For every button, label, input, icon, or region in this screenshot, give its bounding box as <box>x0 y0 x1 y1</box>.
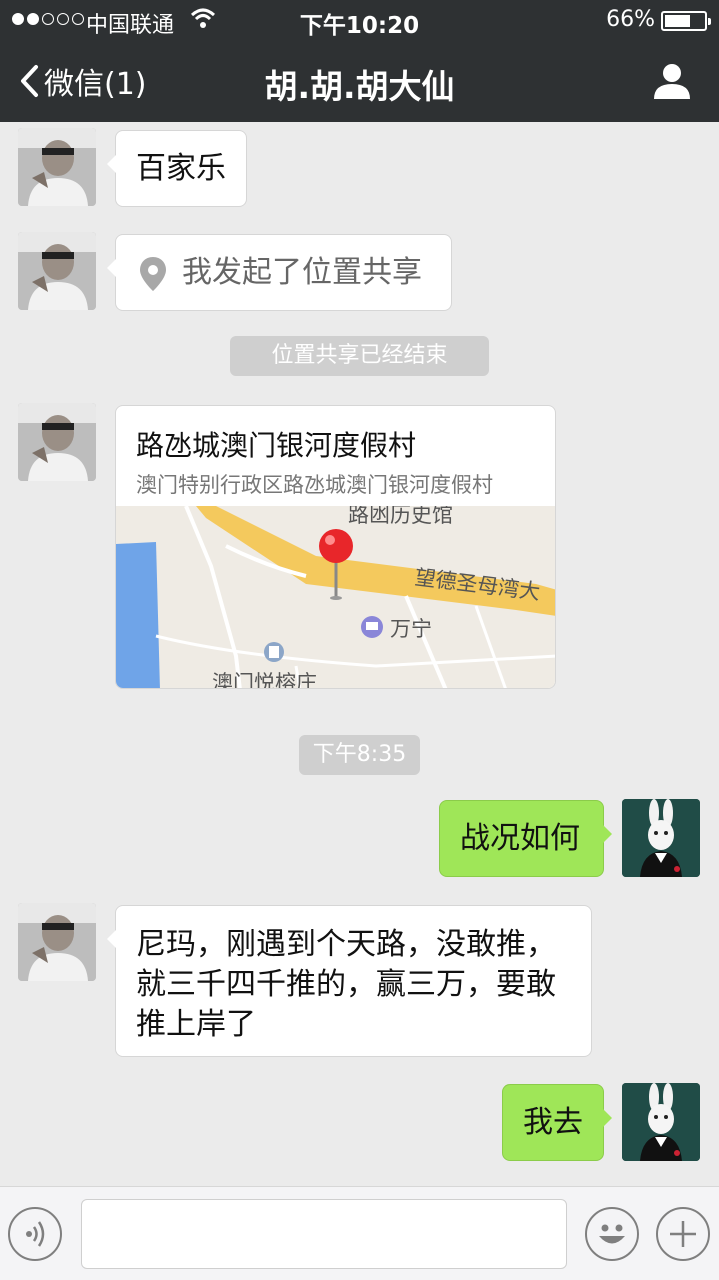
my-avatar[interactable] <box>622 1083 700 1161</box>
location-pin-icon <box>140 257 166 291</box>
my-avatar[interactable] <box>622 799 700 877</box>
battery-fill <box>665 15 690 27</box>
avatar[interactable] <box>18 403 96 481</box>
navigation-bar: 微信(1) 胡.胡.胡大仙 <box>0 40 719 122</box>
avatar[interactable] <box>18 903 96 981</box>
contact-avatar-image <box>18 403 96 481</box>
contact-avatar-image <box>18 128 96 206</box>
top-bar: 中国联通 下午10:20 66% 微信(1) 胡.胡.胡大仙 <box>0 0 719 122</box>
map-preview[interactable]: 路凼历史馆 望德圣母湾大 万宁 澳门悦榕庄 <box>116 506 556 689</box>
message-bubble-incoming[interactable]: 尼玛，刚遇到个天路，没敢推， 就三千四千推的，赢三万，要敢 推上岸了 <box>107 905 592 1057</box>
message-bubble-outgoing[interactable]: 战况如何 <box>439 800 612 877</box>
plus-icon <box>670 1221 696 1247</box>
rabbit-avatar-image <box>622 799 700 877</box>
input-bar <box>0 1186 719 1280</box>
map-label-store: 万宁 <box>390 618 432 641</box>
timestamp: 下午8:35 <box>299 735 420 775</box>
message-input[interactable] <box>81 1199 567 1269</box>
voice-icon <box>26 1221 45 1247</box>
contact-avatar-image <box>18 232 96 310</box>
message-bubble-incoming[interactable]: 百家乐 <box>107 130 247 207</box>
battery-nub <box>708 18 711 25</box>
location-title: 路氹城澳门银河度假村 <box>136 429 417 462</box>
message-text: 百家乐 <box>136 151 226 186</box>
battery-percent: 66% <box>606 7 655 32</box>
map-label-poi: 路凼历史馆 <box>348 506 453 527</box>
chat-title: 胡.胡.胡大仙 <box>264 67 455 106</box>
emoji-icon <box>599 1224 625 1244</box>
message-text: 我去 <box>523 1105 583 1140</box>
message-line: 就三千四千推的，赢三万，要敢 <box>136 967 556 1002</box>
rabbit-avatar-image <box>622 1083 700 1161</box>
location-card[interactable]: 路氹城澳门银河度假村 澳门特别行政区路氹城澳门银河度假村 路凼历史馆 望德圣母湾… <box>115 405 556 689</box>
battery-icon <box>661 11 711 31</box>
message-line: 推上岸了 <box>136 1007 256 1042</box>
avatar[interactable] <box>18 232 96 310</box>
location-share-text: 我发起了位置共享 <box>182 255 422 290</box>
message-bubble-outgoing[interactable]: 我去 <box>502 1084 612 1161</box>
emoji-button[interactable] <box>585 1207 639 1261</box>
message-text: 战况如何 <box>460 821 580 856</box>
contact-avatar-image <box>18 903 96 981</box>
voice-button[interactable] <box>8 1207 62 1261</box>
add-button[interactable] <box>656 1207 710 1261</box>
status-bar: 中国联通 下午10:20 66% <box>0 0 719 40</box>
avatar[interactable] <box>18 128 96 206</box>
map-label-hotel: 澳门悦榕庄 <box>212 672 317 689</box>
location-share-bubble[interactable]: 我发起了位置共享 <box>107 234 452 311</box>
message-line: 尼玛，刚遇到个天路，没敢推， <box>136 927 556 962</box>
person-icon[interactable] <box>653 62 691 100</box>
system-notice: 位置共享已经结束 <box>230 336 489 376</box>
location-address: 澳门特别行政区路氹城澳门银河度假村 <box>136 473 493 497</box>
